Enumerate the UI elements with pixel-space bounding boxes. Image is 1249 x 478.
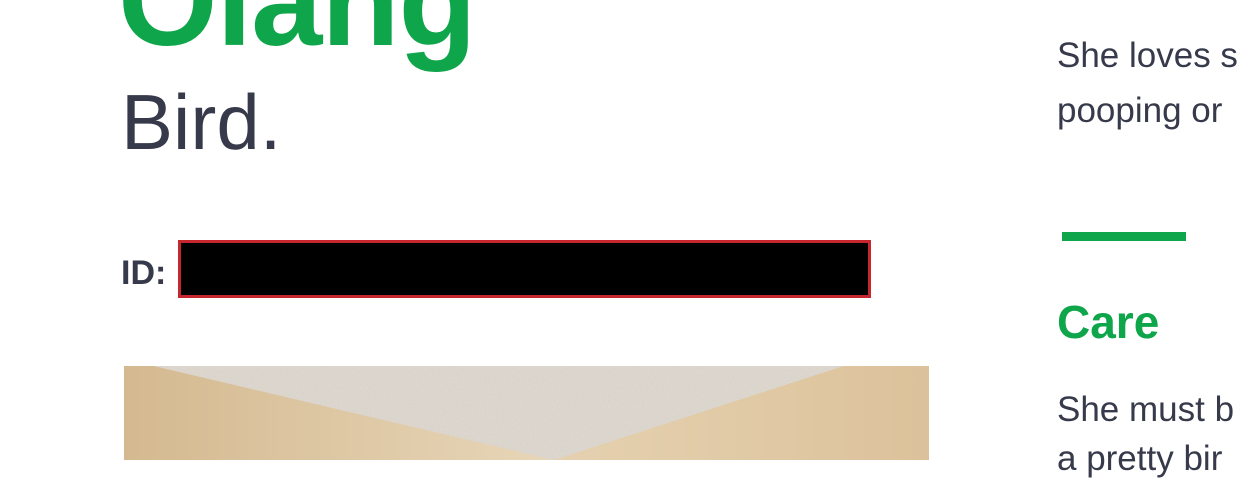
pet-photo — [124, 366, 929, 460]
pet-name: Olang — [118, 0, 477, 73]
pet-species: Bird. — [121, 78, 282, 166]
care-heading: Care — [1057, 296, 1160, 348]
about-text-line-1: She loves s — [1057, 36, 1238, 75]
care-text-line-2: a pretty bir — [1057, 439, 1223, 478]
section-divider — [1062, 232, 1186, 241]
id-label: ID: — [121, 253, 167, 292]
care-text-line-1: She must b — [1057, 390, 1235, 429]
about-text-line-2: pooping or — [1057, 91, 1223, 130]
id-redaction-box — [178, 240, 871, 298]
id-row: ID: — [121, 240, 871, 298]
